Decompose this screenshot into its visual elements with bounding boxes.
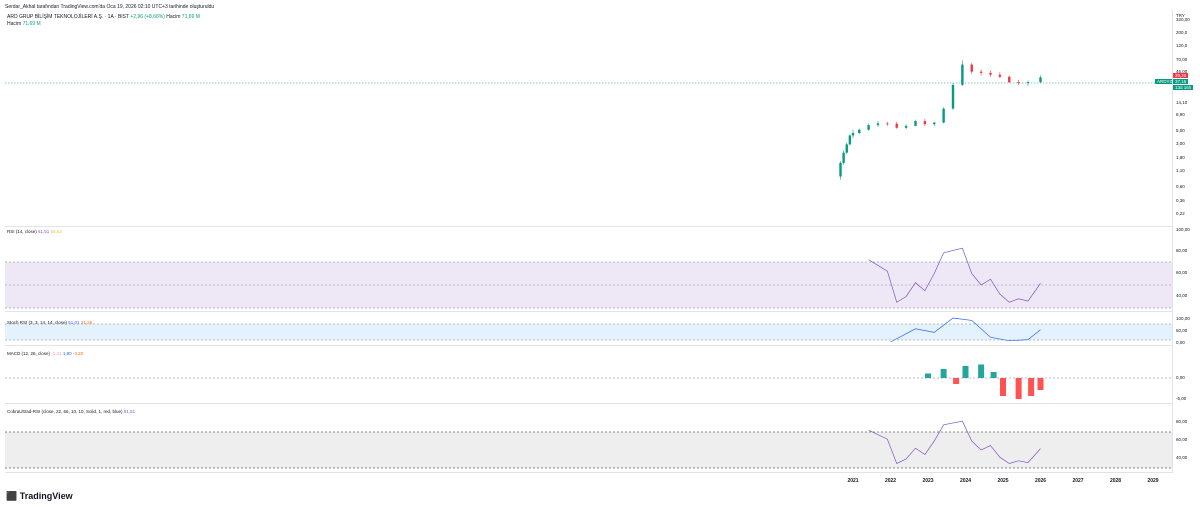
candle-body bbox=[1008, 76, 1011, 83]
macd-histogram-bar bbox=[1037, 378, 1044, 390]
macd-histogram-bar bbox=[978, 364, 985, 378]
candle-body bbox=[914, 121, 917, 126]
candle-body bbox=[923, 121, 927, 125]
macd-histogram-bar bbox=[962, 366, 969, 378]
candle-body bbox=[933, 122, 936, 125]
macd-histogram-bar bbox=[1015, 378, 1022, 399]
candle-body bbox=[845, 144, 848, 153]
time-axis-label: 2024 bbox=[959, 478, 972, 484]
candle-body bbox=[998, 74, 1002, 77]
candle-body bbox=[979, 71, 983, 73]
candle-body bbox=[904, 125, 908, 128]
chart-canvas[interactable] bbox=[0, 0, 1200, 509]
cyclic-rsi-line bbox=[868, 420, 1041, 464]
tradingview-logo-icon: ⬛ bbox=[6, 491, 18, 501]
candle-body bbox=[858, 129, 861, 134]
candle-body bbox=[989, 72, 992, 75]
candle-body bbox=[848, 135, 852, 145]
candle-body bbox=[876, 123, 880, 126]
time-axis-label: 2025 bbox=[997, 478, 1009, 484]
time-axis-label: 2023 bbox=[922, 478, 934, 484]
rsi-line bbox=[868, 247, 1041, 303]
time-axis-label: 2029 bbox=[1147, 478, 1159, 484]
time-axis-label: 2027 bbox=[1072, 478, 1084, 484]
candle-body bbox=[886, 123, 889, 125]
time-axis-label: 2021 bbox=[847, 478, 859, 484]
stoch-k-line bbox=[890, 317, 1041, 343]
macd-histogram-bar bbox=[940, 369, 947, 378]
candle-body bbox=[851, 133, 855, 136]
time-axis-label: 2026 bbox=[1034, 478, 1047, 484]
macd-histogram-bar bbox=[925, 373, 931, 378]
candle-body bbox=[839, 162, 842, 177]
tradingview-logo: ⬛ TradingView bbox=[6, 491, 73, 502]
candle-body bbox=[842, 152, 845, 163]
candle-body bbox=[961, 64, 964, 85]
candle-body bbox=[951, 84, 955, 109]
candle-body bbox=[942, 108, 945, 123]
candle-body bbox=[1039, 77, 1042, 83]
tradingview-logo-text: TradingView bbox=[19, 491, 73, 501]
macd-histogram-bar bbox=[990, 372, 997, 378]
candle-body bbox=[867, 125, 870, 130]
time-axis-label: 2028 bbox=[1109, 478, 1122, 484]
macd-histogram-bar bbox=[1000, 378, 1006, 396]
time-axis-label: 2022 bbox=[884, 478, 897, 484]
candle-body bbox=[970, 64, 973, 72]
candle-body bbox=[895, 123, 898, 128]
macd-histogram-bar bbox=[953, 378, 960, 384]
macd-histogram-bar bbox=[1028, 378, 1035, 396]
candle-body bbox=[1017, 82, 1020, 84]
candle-body bbox=[1026, 82, 1030, 84]
